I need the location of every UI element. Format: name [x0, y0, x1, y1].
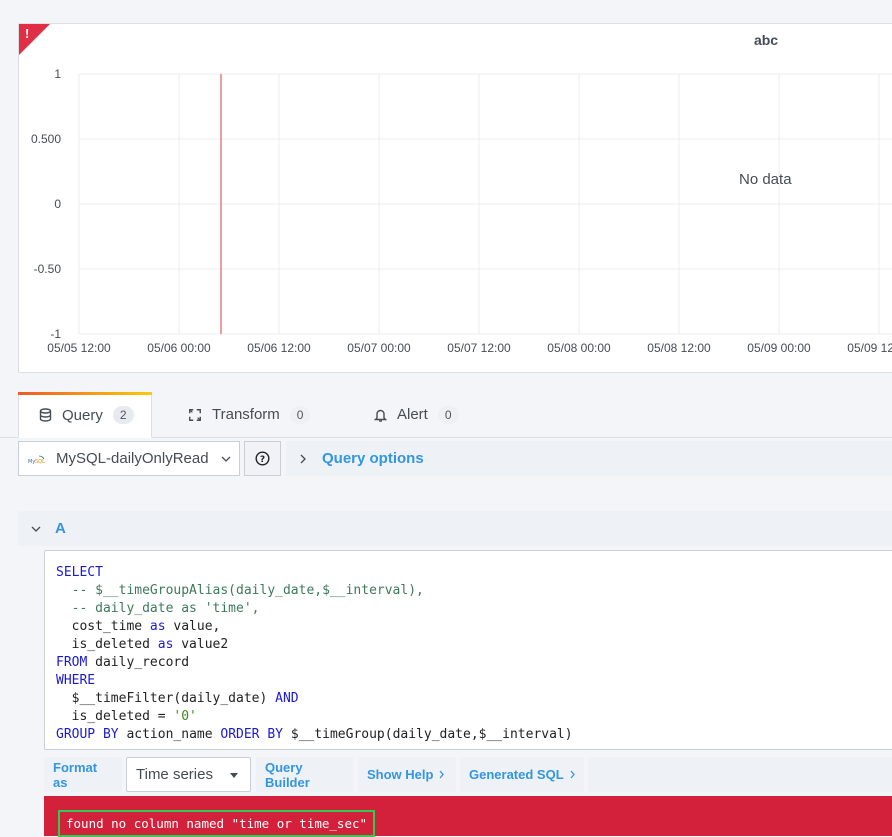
no-data-message: No data [739, 171, 792, 188]
y-tick-label: 0.500 [31, 132, 61, 146]
x-tick-label: 05/08 00:00 [547, 341, 611, 355]
query-ref-id[interactable]: A [55, 520, 66, 537]
sql-keyword: AND [275, 691, 299, 706]
tab-query-label: Query [62, 406, 103, 424]
transform-count-badge: 0 [289, 405, 311, 424]
sql-comment: -- $__timeGroupAlias(daily_date,$__inter… [56, 583, 424, 598]
caret-down-icon [230, 773, 238, 778]
x-tick-label: 05/06 12:00 [247, 341, 311, 355]
query-error-banner: found no column named "time or time_sec" [44, 796, 892, 837]
tab-transform[interactable]: Transform 0 [188, 392, 311, 437]
sql-line: GROUP BY action_name ORDER BY $__timeGro… [56, 727, 573, 742]
collapse-chevron-icon[interactable] [31, 526, 41, 532]
query-toolbar: Format as Time series Query Builder Show… [44, 757, 892, 792]
sql-comment: -- daily_date as 'time', [56, 601, 260, 616]
transform-icon [188, 408, 202, 422]
y-tick-label: -1 [50, 327, 61, 341]
sql-keyword: SELECT [56, 565, 103, 580]
graph-panel: ! abc 1 0.500 0 -0.50 -1 05/05 12:00 05/06 00:… [18, 23, 892, 373]
sql-keyword: WHERE [56, 673, 96, 688]
format-as-select[interactable]: Time series [126, 757, 251, 792]
query-options-toggle[interactable]: Query options [286, 441, 892, 476]
query-builder-button[interactable]: Query Builder [256, 757, 353, 792]
query-count-badge: 2 [112, 406, 134, 424]
x-tick-label: 05/09 00:00 [747, 341, 811, 355]
sql-keyword: as [157, 637, 174, 652]
show-help-label: Show Help [367, 767, 434, 782]
sql-code[interactable]: SELECT -- $__timeGroupAlias(daily_date,$… [56, 564, 573, 744]
svg-text:SQL: SQL [35, 459, 45, 465]
sql-editor[interactable]: SELECT -- $__timeGroupAlias(daily_date,$… [44, 550, 892, 750]
sql-line: -- $__timeGroupAlias(daily_date,$__inter… [56, 583, 424, 598]
question-circle-icon: ? [255, 451, 270, 466]
sql-keyword: GROUP BY [56, 727, 119, 742]
sql-keyword: ORDER BY [220, 727, 283, 742]
generated-sql-button[interactable]: Generated SQL [460, 757, 584, 792]
x-tick-label: 05/07 00:00 [347, 341, 411, 355]
chevron-right-icon [300, 454, 306, 464]
y-tick-label: 0 [54, 197, 61, 211]
datasource-help-button[interactable]: ? [244, 441, 281, 476]
sql-string: '0' [173, 709, 197, 724]
alert-count-badge: 0 [437, 405, 459, 424]
datasource-picker[interactable]: My SQL MySQL-dailyOnlyRead [18, 441, 240, 476]
x-tick-label: 05/09 12:00 [847, 341, 892, 355]
tab-query[interactable]: Query 2 [18, 392, 152, 438]
x-tick-label: 05/05 12:00 [47, 341, 111, 355]
bell-icon [373, 408, 387, 422]
format-as-label: Format as [44, 757, 122, 792]
tab-alert[interactable]: Alert 0 [373, 392, 459, 437]
sql-line: $__timeFilter(daily_date) AND [56, 691, 299, 706]
chevron-right-icon [570, 770, 575, 779]
format-as-value: Time series [136, 766, 213, 783]
sql-line: is_deleted = '0' [56, 709, 197, 724]
time-series-chart: 1 0.500 0 -0.50 -105/05 12:00 05/06 00:00 05/0… [31, 67, 892, 355]
sql-line: SELECT [56, 565, 103, 580]
query-row-header[interactable]: A [18, 511, 892, 546]
toolbar-filler [588, 757, 892, 792]
error-message: found no column named "time or time_sec" [58, 810, 376, 837]
x-tick-label: 05/08 12:00 [647, 341, 711, 355]
datasource-row: My SQL MySQL-dailyOnlyRead ? Query option… [18, 441, 892, 476]
editor-tab-bar: Query 2 Transform 0 Alert 0 [0, 392, 892, 438]
svg-text:?: ? [260, 455, 265, 465]
sql-keyword: FROM [56, 655, 88, 670]
y-tick-label: 1 [54, 67, 61, 81]
show-help-button[interactable]: Show Help [358, 757, 456, 792]
datasource-name: MySQL-dailyOnlyRead [56, 450, 209, 467]
sql-line: FROM daily_record [56, 655, 190, 670]
chevron-down-icon [221, 456, 231, 462]
sql-line: cost_time as value, [56, 619, 221, 634]
sql-line: WHERE [56, 673, 95, 688]
generated-sql-label: Generated SQL [469, 767, 564, 782]
x-tick-label: 05/06 00:00 [147, 341, 211, 355]
query-options-label: Query options [322, 450, 424, 467]
tab-alert-label: Alert [397, 406, 428, 423]
chevron-right-icon [439, 770, 445, 779]
y-tick-label: -0.50 [34, 262, 62, 276]
sql-line: -- daily_date as 'time', [56, 601, 260, 616]
tab-transform-label: Transform [212, 406, 280, 423]
database-icon [38, 408, 52, 422]
sql-line: is_deleted as value2 [56, 637, 229, 652]
x-tick-label: 05/07 12:00 [447, 341, 511, 355]
mysql-logo-icon: My SQL [28, 453, 46, 465]
sql-keyword: as [149, 619, 166, 634]
